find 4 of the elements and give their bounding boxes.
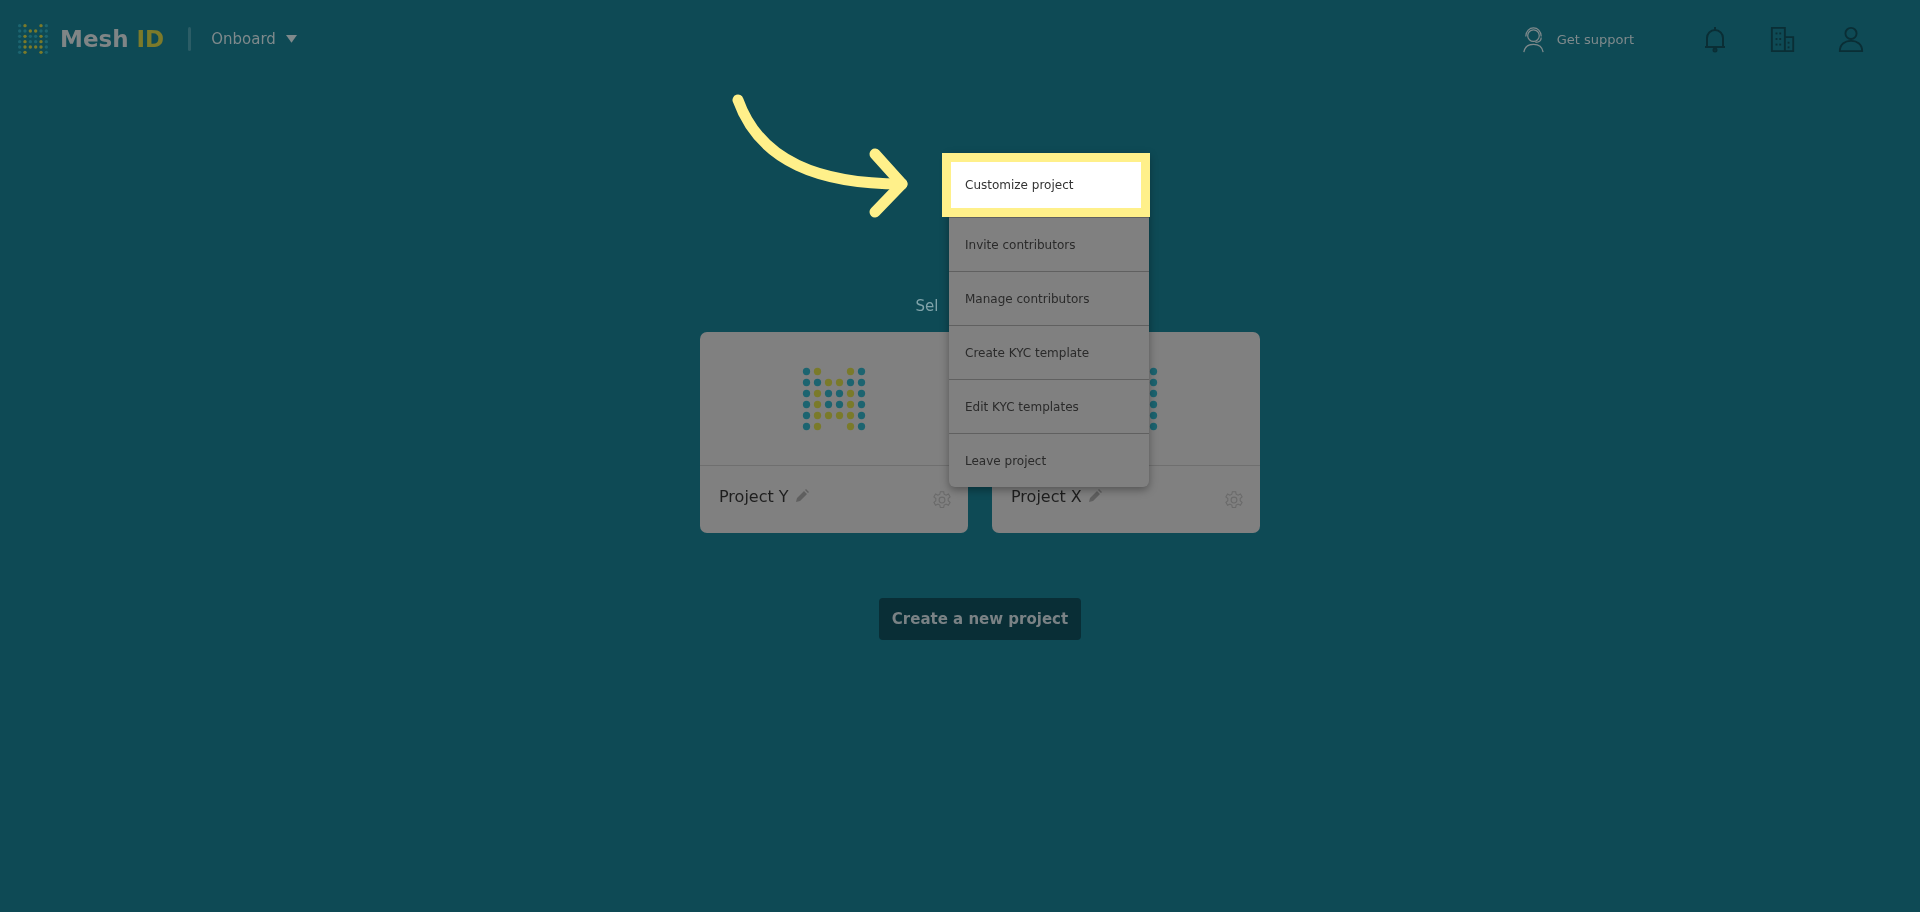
project-name: Project Y [719, 486, 789, 506]
project-name: Project X [1011, 486, 1082, 506]
section-heading: Sel [915, 297, 939, 315]
brand-name: Mesh ID [60, 26, 165, 52]
